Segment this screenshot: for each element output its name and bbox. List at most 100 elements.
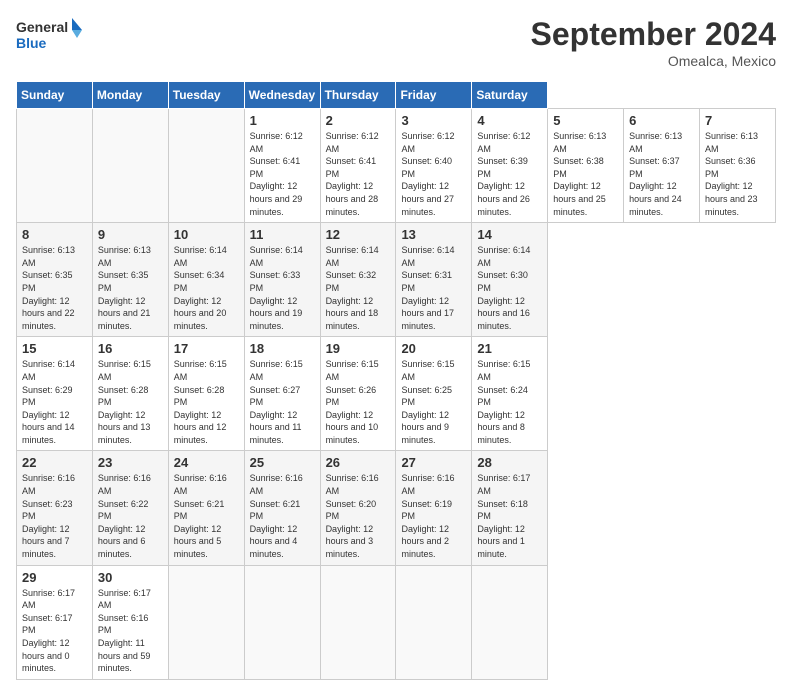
day-number: 20: [401, 341, 466, 356]
day-number: 21: [477, 341, 542, 356]
calendar-day-cell: 8 Sunrise: 6:13 AM Sunset: 6:35 PM Daylig…: [17, 223, 93, 337]
day-number: 12: [326, 227, 391, 242]
day-info: Sunrise: 6:17 AM Sunset: 6:16 PM Dayligh…: [98, 587, 163, 675]
day-number: 15: [22, 341, 87, 356]
calendar-day-cell: 18Sunrise: 6:15 AM Sunset: 6:27 PM Dayli…: [244, 337, 320, 451]
calendar-day-cell: 30 Sunrise: 6:17 AM Sunset: 6:16 PM Dayli…: [92, 565, 168, 679]
day-number: 22: [22, 455, 87, 470]
day-info: Sunrise: 6:16 AM Sunset: 6:21 PM Dayligh…: [250, 472, 315, 560]
day-number: 8: [22, 227, 87, 242]
calendar-day-cell: 28 Sunrise: 6:17 AM Sunset: 6:18 PM Dayli…: [472, 451, 548, 565]
calendar-day-cell: [168, 565, 244, 679]
header-day: Thursday: [320, 82, 396, 109]
logo-svg: General Blue: [16, 16, 86, 60]
day-number: 13: [401, 227, 466, 242]
calendar-week-row: 8 Sunrise: 6:13 AM Sunset: 6:35 PM Daylig…: [17, 223, 776, 337]
header-day: Tuesday: [168, 82, 244, 109]
day-info: Sunrise: 6:14 AM Sunset: 6:30 PM Dayligh…: [477, 244, 542, 332]
day-number: 25: [250, 455, 315, 470]
header-day: Friday: [396, 82, 472, 109]
day-info: Sunrise: 6:14 AM Sunset: 6:29 PM Dayligh…: [22, 358, 87, 446]
page-header: General Blue September 2024 Omealca, Mex…: [16, 16, 776, 69]
calendar-day-cell: 10Sunrise: 6:14 AM Sunset: 6:34 PM Dayli…: [168, 223, 244, 337]
day-number: 11: [250, 227, 315, 242]
day-info: Sunrise: 6:16 AM Sunset: 6:21 PM Dayligh…: [174, 472, 239, 560]
calendar-day-cell: 2 Sunrise: 6:12 AM Sunset: 6:41 PM Daylig…: [320, 109, 396, 223]
calendar-day-cell: 14Sunrise: 6:14 AM Sunset: 6:30 PM Dayli…: [472, 223, 548, 337]
calendar-week-row: 1Sunrise: 6:12 AM Sunset: 6:41 PM Daylig…: [17, 109, 776, 223]
day-number: 18: [250, 341, 315, 356]
day-info: Sunrise: 6:15 AM Sunset: 6:26 PM Dayligh…: [326, 358, 391, 446]
calendar-day-cell: 1Sunrise: 6:12 AM Sunset: 6:41 PM Daylig…: [244, 109, 320, 223]
day-info: Sunrise: 6:12 AM Sunset: 6:39 PM Dayligh…: [477, 130, 542, 218]
calendar-day-cell: 5 Sunrise: 6:13 AM Sunset: 6:38 PM Daylig…: [548, 109, 624, 223]
day-number: 24: [174, 455, 239, 470]
day-number: 27: [401, 455, 466, 470]
day-info: Sunrise: 6:14 AM Sunset: 6:32 PM Dayligh…: [326, 244, 391, 332]
day-info: Sunrise: 6:13 AM Sunset: 6:38 PM Dayligh…: [553, 130, 618, 218]
calendar-day-cell: 19 Sunrise: 6:15 AM Sunset: 6:26 PM Dayli…: [320, 337, 396, 451]
calendar-day-cell: 25 Sunrise: 6:16 AM Sunset: 6:21 PM Dayli…: [244, 451, 320, 565]
day-info: Sunrise: 6:12 AM Sunset: 6:40 PM Dayligh…: [401, 130, 466, 218]
header-row: SundayMondayTuesdayWednesdayThursdayFrid…: [17, 82, 776, 109]
calendar-day-cell: 29Sunrise: 6:17 AM Sunset: 6:17 PM Dayli…: [17, 565, 93, 679]
day-info: Sunrise: 6:15 AM Sunset: 6:28 PM Dayligh…: [98, 358, 163, 446]
day-info: Sunrise: 6:17 AM Sunset: 6:18 PM Dayligh…: [477, 472, 542, 560]
svg-text:General: General: [16, 19, 68, 35]
calendar-day-cell: [396, 565, 472, 679]
day-info: Sunrise: 6:16 AM Sunset: 6:20 PM Dayligh…: [326, 472, 391, 560]
calendar-day-cell: 17Sunrise: 6:15 AM Sunset: 6:28 PM Dayli…: [168, 337, 244, 451]
day-number: 28: [477, 455, 542, 470]
day-info: Sunrise: 6:12 AM Sunset: 6:41 PM Dayligh…: [326, 130, 391, 218]
day-info: Sunrise: 6:14 AM Sunset: 6:34 PM Dayligh…: [174, 244, 239, 332]
calendar-day-cell: 11Sunrise: 6:14 AM Sunset: 6:33 PM Dayli…: [244, 223, 320, 337]
calendar-day-cell: 3 Sunrise: 6:12 AM Sunset: 6:40 PM Daylig…: [396, 109, 472, 223]
calendar-day-cell: [472, 565, 548, 679]
day-number: 30: [98, 570, 163, 585]
day-number: 26: [326, 455, 391, 470]
location: Omealca, Mexico: [531, 53, 776, 69]
day-number: 9: [98, 227, 163, 242]
calendar-day-cell: 12 Sunrise: 6:14 AM Sunset: 6:32 PM Dayli…: [320, 223, 396, 337]
calendar-day-cell: 24 Sunrise: 6:16 AM Sunset: 6:21 PM Dayli…: [168, 451, 244, 565]
day-number: 5: [553, 113, 618, 128]
calendar-day-cell: 15 Sunrise: 6:14 AM Sunset: 6:29 PM Dayli…: [17, 337, 93, 451]
day-info: Sunrise: 6:16 AM Sunset: 6:19 PM Dayligh…: [401, 472, 466, 560]
day-info: Sunrise: 6:13 AM Sunset: 6:36 PM Dayligh…: [705, 130, 770, 218]
calendar-day-cell: 16 Sunrise: 6:15 AM Sunset: 6:28 PM Dayli…: [92, 337, 168, 451]
calendar-day-cell: [17, 109, 93, 223]
day-number: 23: [98, 455, 163, 470]
calendar-day-cell: 9 Sunrise: 6:13 AM Sunset: 6:35 PM Daylig…: [92, 223, 168, 337]
calendar-table: SundayMondayTuesdayWednesdayThursdayFrid…: [16, 81, 776, 680]
header-day: Saturday: [472, 82, 548, 109]
header-day: Sunday: [17, 82, 93, 109]
calendar-day-cell: 6Sunrise: 6:13 AM Sunset: 6:37 PM Daylig…: [624, 109, 700, 223]
day-info: Sunrise: 6:15 AM Sunset: 6:24 PM Dayligh…: [477, 358, 542, 446]
svg-text:Blue: Blue: [16, 35, 47, 51]
day-info: Sunrise: 6:15 AM Sunset: 6:25 PM Dayligh…: [401, 358, 466, 446]
day-number: 2: [326, 113, 391, 128]
calendar-day-cell: 4 Sunrise: 6:12 AM Sunset: 6:39 PM Daylig…: [472, 109, 548, 223]
day-number: 17: [174, 341, 239, 356]
day-info: Sunrise: 6:13 AM Sunset: 6:35 PM Dayligh…: [22, 244, 87, 332]
calendar-day-cell: 13 Sunrise: 6:14 AM Sunset: 6:31 PM Dayli…: [396, 223, 472, 337]
calendar-day-cell: 22 Sunrise: 6:16 AM Sunset: 6:23 PM Dayli…: [17, 451, 93, 565]
calendar-day-cell: [92, 109, 168, 223]
day-info: Sunrise: 6:14 AM Sunset: 6:31 PM Dayligh…: [401, 244, 466, 332]
header-day: Monday: [92, 82, 168, 109]
day-number: 7: [705, 113, 770, 128]
day-info: Sunrise: 6:13 AM Sunset: 6:37 PM Dayligh…: [629, 130, 694, 218]
calendar-day-cell: [320, 565, 396, 679]
day-number: 19: [326, 341, 391, 356]
day-number: 4: [477, 113, 542, 128]
day-info: Sunrise: 6:16 AM Sunset: 6:23 PM Dayligh…: [22, 472, 87, 560]
day-number: 16: [98, 341, 163, 356]
calendar-week-row: 15 Sunrise: 6:14 AM Sunset: 6:29 PM Dayli…: [17, 337, 776, 451]
day-info: Sunrise: 6:12 AM Sunset: 6:41 PM Dayligh…: [250, 130, 315, 218]
day-number: 3: [401, 113, 466, 128]
logo: General Blue: [16, 16, 86, 60]
day-info: Sunrise: 6:16 AM Sunset: 6:22 PM Dayligh…: [98, 472, 163, 560]
calendar-day-cell: 20 Sunrise: 6:15 AM Sunset: 6:25 PM Dayli…: [396, 337, 472, 451]
day-info: Sunrise: 6:13 AM Sunset: 6:35 PM Dayligh…: [98, 244, 163, 332]
calendar-day-cell: 7 Sunrise: 6:13 AM Sunset: 6:36 PM Daylig…: [700, 109, 776, 223]
